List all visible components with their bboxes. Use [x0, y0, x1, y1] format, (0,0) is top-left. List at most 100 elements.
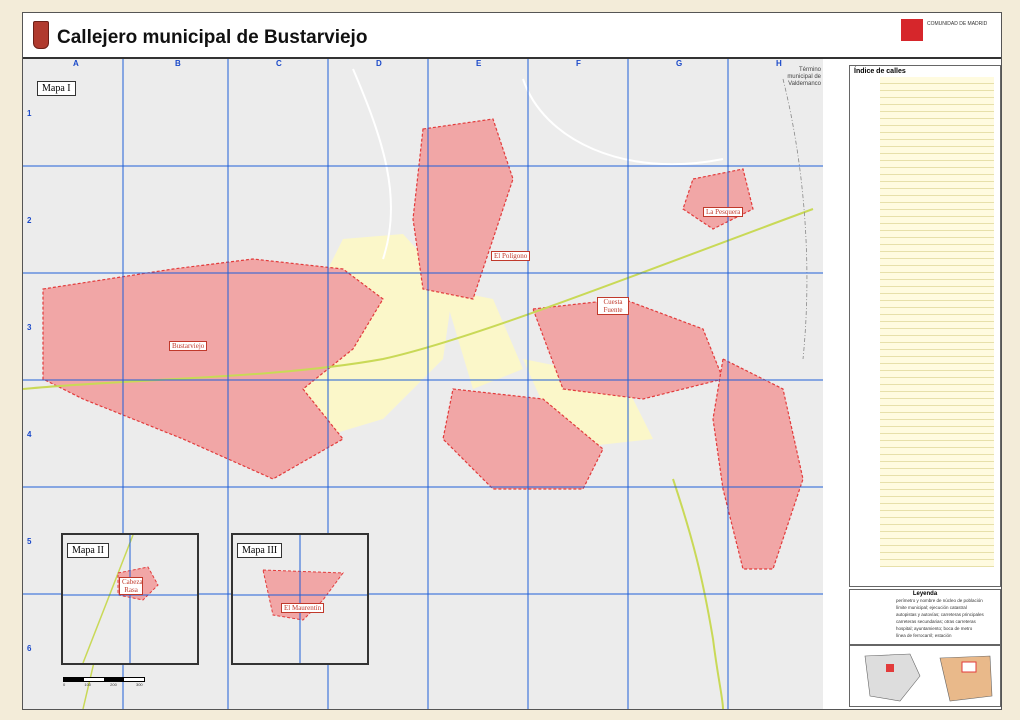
logo-text: COMUNIDAD DE MADRID: [927, 21, 988, 27]
grid-col-d: D: [376, 59, 382, 68]
street-index-row[interactable]: [880, 336, 994, 343]
grid-row-3: 3: [27, 323, 32, 332]
street-index-row[interactable]: [880, 518, 994, 525]
street-index-row[interactable]: [880, 308, 994, 315]
street-index-row[interactable]: [880, 490, 994, 497]
street-index-row[interactable]: [880, 280, 994, 287]
place-cuesta-fuente[interactable]: Cuesta Fuente: [597, 297, 629, 315]
street-index-row[interactable]: [880, 161, 994, 168]
street-index-row[interactable]: [880, 399, 994, 406]
street-index-row[interactable]: [880, 182, 994, 189]
street-index-row[interactable]: [880, 357, 994, 364]
street-index[interactable]: Índice de calles: [849, 65, 1001, 587]
street-index-row[interactable]: [880, 245, 994, 252]
street-index-row[interactable]: [880, 525, 994, 532]
street-index-row[interactable]: [880, 448, 994, 455]
street-index-row[interactable]: [880, 546, 994, 553]
street-index-row[interactable]: [880, 315, 994, 322]
street-index-row[interactable]: [880, 126, 994, 133]
grid-col-c: C: [276, 59, 282, 68]
street-index-row[interactable]: [880, 294, 994, 301]
inset-mapa-ii[interactable]: Mapa II Cabeza Rasa: [61, 533, 199, 665]
street-index-row[interactable]: [880, 140, 994, 147]
street-index-row[interactable]: [880, 84, 994, 91]
street-index-row[interactable]: [880, 434, 994, 441]
grid-col-f: F: [576, 59, 581, 68]
street-list: [850, 77, 1000, 567]
street-index-row[interactable]: [880, 322, 994, 329]
street-index-row[interactable]: [880, 105, 994, 112]
street-index-row[interactable]: [880, 301, 994, 308]
street-index-row[interactable]: [880, 420, 994, 427]
street-index-row[interactable]: [880, 560, 994, 567]
street-index-row[interactable]: [880, 469, 994, 476]
place-el-mauentin[interactable]: El Maurentín: [281, 603, 325, 613]
street-index-row[interactable]: [880, 133, 994, 140]
street-index-row[interactable]: [880, 98, 994, 105]
location-map: [849, 645, 1001, 707]
mapa-i-label: Mapa I: [37, 81, 76, 96]
street-index-row[interactable]: [880, 119, 994, 126]
street-index-row[interactable]: [880, 427, 994, 434]
street-index-row[interactable]: [880, 147, 994, 154]
street-index-row[interactable]: [880, 532, 994, 539]
street-index-row[interactable]: [880, 112, 994, 119]
header: Callejero municipal de Bustarviejo COMUN…: [23, 13, 1001, 59]
grid-row-6: 6: [27, 644, 32, 653]
street-index-row[interactable]: [880, 504, 994, 511]
street-index-row[interactable]: [880, 462, 994, 469]
location-map-graphic: [864, 653, 993, 702]
grid-row-5: 5: [27, 537, 32, 546]
street-index-row[interactable]: [880, 210, 994, 217]
place-cabeza-rasa[interactable]: Cabeza Rasa: [119, 577, 143, 595]
inset-mapa-iii[interactable]: Mapa III El Maurentín: [231, 533, 369, 665]
grid-col-e: E: [476, 59, 482, 68]
street-index-row[interactable]: [880, 483, 994, 490]
street-index-row[interactable]: [880, 77, 994, 84]
street-index-row[interactable]: [880, 273, 994, 280]
street-index-row[interactable]: [880, 455, 994, 462]
place-bustarviejo[interactable]: Bustarviejo: [169, 341, 208, 351]
street-index-row[interactable]: [880, 287, 994, 294]
street-index-row[interactable]: [880, 224, 994, 231]
street-index-row[interactable]: [880, 378, 994, 385]
street-index-row[interactable]: [880, 217, 994, 224]
street-index-row[interactable]: [880, 252, 994, 259]
place-el-poligono[interactable]: El Polígono: [491, 251, 531, 261]
street-index-row[interactable]: [880, 189, 994, 196]
street-index-row[interactable]: [880, 476, 994, 483]
street-index-row[interactable]: [880, 238, 994, 245]
street-index-row[interactable]: [880, 175, 994, 182]
legend-title: Leyenda: [912, 591, 938, 597]
street-index-row[interactable]: [880, 343, 994, 350]
main-map[interactable]: A B C D E F G H 1 2 3 4 5 6 Mapa I Térmi…: [23, 59, 823, 709]
scale-label-0: 0: [63, 682, 66, 687]
street-index-row[interactable]: [880, 350, 994, 357]
street-index-row[interactable]: [880, 329, 994, 336]
street-index-row[interactable]: [880, 385, 994, 392]
street-index-row[interactable]: [880, 196, 994, 203]
street-index-row[interactable]: [880, 413, 994, 420]
street-index-row[interactable]: [880, 364, 994, 371]
street-index-row[interactable]: [880, 371, 994, 378]
street-index-row[interactable]: [880, 553, 994, 560]
street-index-row[interactable]: [880, 539, 994, 546]
street-index-row[interactable]: [880, 154, 994, 161]
street-index-row[interactable]: [880, 497, 994, 504]
street-index-row[interactable]: [880, 231, 994, 238]
comunidad-madrid-logo-icon: [901, 19, 923, 41]
street-index-row[interactable]: [880, 441, 994, 448]
mapa-iii-label: Mapa III: [237, 543, 283, 558]
street-index-row[interactable]: [880, 511, 994, 518]
map-sheet: Callejero municipal de Bustarviejo COMUN…: [22, 12, 1002, 710]
street-index-row[interactable]: [880, 203, 994, 210]
street-index-row[interactable]: [880, 266, 994, 273]
place-la-pesquera[interactable]: La Pesquera: [703, 207, 744, 217]
scale-label-100: 100: [84, 682, 92, 687]
street-index-row[interactable]: [880, 168, 994, 175]
street-index-row[interactable]: [880, 259, 994, 266]
street-index-row[interactable]: [880, 91, 994, 98]
street-index-row[interactable]: [880, 392, 994, 399]
street-index-row[interactable]: [880, 406, 994, 413]
scale-label-300: 300: [135, 682, 143, 687]
